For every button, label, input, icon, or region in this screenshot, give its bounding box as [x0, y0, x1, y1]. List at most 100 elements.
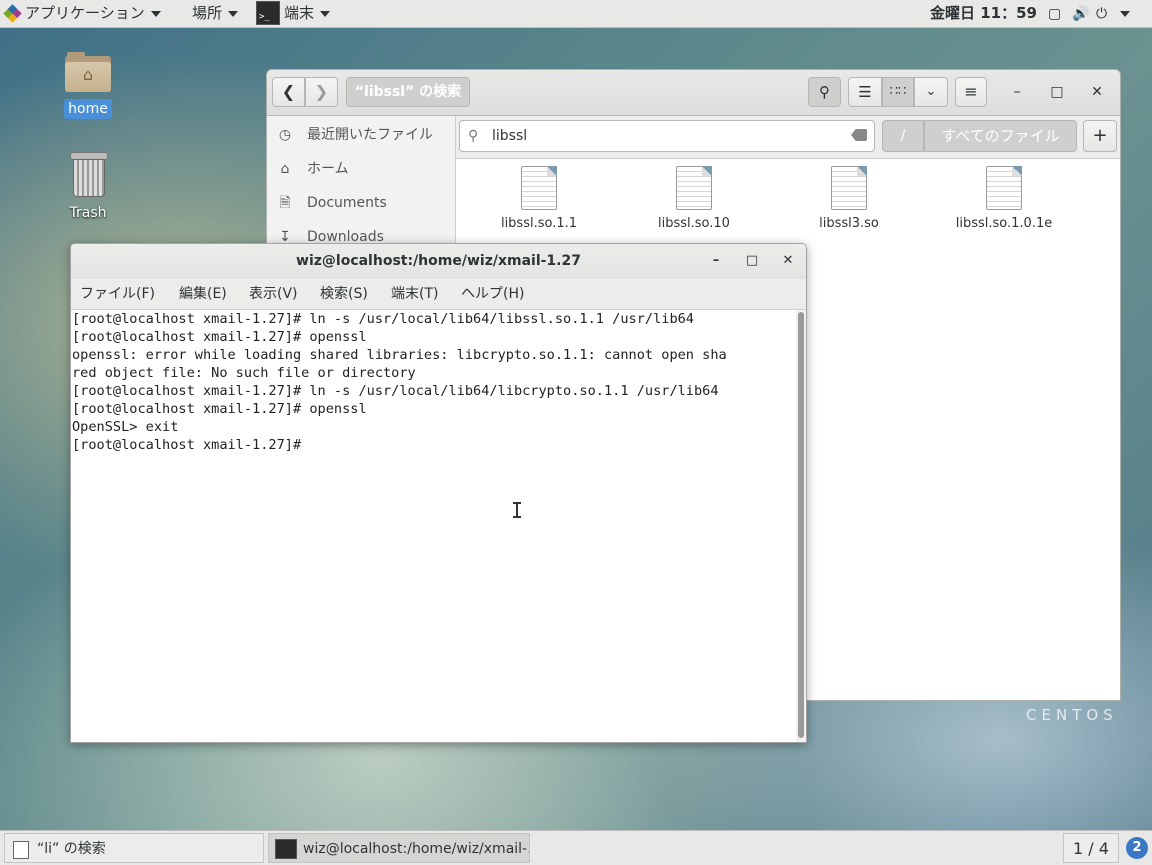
terminal-icon [256, 0, 280, 31]
search-bar: ⚲ libssl / すべてのファイル + [456, 116, 1120, 159]
text-cursor-icon [513, 502, 521, 518]
chevron-down-icon [320, 10, 331, 17]
file-item[interactable]: libssl.so.10 [624, 166, 764, 231]
minimize-icon: – [712, 253, 720, 268]
document-icon: 🗎 [279, 195, 291, 211]
menu-icon: ≡ [964, 82, 978, 101]
notification-badge[interactable]: 2 [1126, 837, 1148, 859]
workspace-indicator[interactable]: 1 / 4 [1063, 833, 1119, 863]
search-icon: ⚲ [819, 83, 830, 101]
menu-help[interactable]: ヘルプ(H) [461, 279, 524, 309]
terminal-titlebar[interactable]: wiz@localhost:/home/wiz/xmail-1.27 – □ ✕ [71, 244, 806, 279]
search-toggle-button[interactable]: ⚲ [808, 77, 841, 107]
maximize-icon: □ [1050, 84, 1064, 100]
sidebar-item-documents[interactable]: 🗎 Documents [267, 186, 455, 220]
trash-icon [70, 152, 108, 197]
text-file-icon [676, 166, 712, 210]
clock[interactable]: 金曜日 11：59 [930, 0, 1037, 27]
grid-view-icon: ∷∷ [889, 84, 907, 99]
taskbar-item-file-manager[interactable]: “li” の検索 [4, 833, 264, 863]
taskbar-item-terminal[interactable]: wiz@localhost:/home/wiz/xmail-… [268, 833, 530, 863]
terminal-window: wiz@localhost:/home/wiz/xmail-1.27 – □ ✕… [70, 243, 807, 743]
chevron-down-icon: ⌄ [925, 84, 937, 99]
bottom-panel: “li” の検索 wiz@localhost:/home/wiz/xmail-…… [0, 830, 1152, 865]
active-app-menu[interactable]: 端末 [256, 0, 331, 31]
forward-button[interactable]: ❯ [305, 77, 338, 107]
maximize-icon: □ [745, 253, 759, 268]
places-menu[interactable]: 場所 [192, 0, 239, 27]
clear-search-icon[interactable] [851, 129, 867, 141]
menu-view[interactable]: 表示(V) [249, 279, 298, 309]
sidebar-item-label: Documents [307, 195, 387, 211]
file-item[interactable]: libssl3.so [779, 166, 919, 231]
file-name: libssl.so.1.0.1e [955, 216, 1053, 231]
terminal-line: openssl: error while loading shared libr… [72, 347, 727, 363]
text-file-icon [831, 166, 867, 210]
chevron-left-icon: ❮ [281, 82, 296, 101]
back-button[interactable]: ❮ [272, 77, 305, 107]
search-location-root[interactable]: / [882, 120, 924, 152]
close-button[interactable]: ✕ [777, 250, 799, 272]
minimize-icon: – [1013, 84, 1021, 100]
centos-branding: CENTOS [1026, 706, 1118, 724]
sidebar-item-label: ホーム [307, 161, 349, 177]
minimize-button[interactable]: – [1005, 80, 1029, 104]
terminal-line: [root@localhost xmail-1.27]# ln -s /usr/… [72, 311, 694, 327]
terminal-line: OpenSSL> exit [72, 419, 179, 435]
applications-menu[interactable]: アプリケーション [3, 0, 161, 27]
chevron-down-icon [1120, 10, 1130, 17]
file-item[interactable]: libssl.so.1.1 [469, 166, 609, 231]
terminal-scrollbar[interactable] [796, 310, 806, 742]
sidebar-item-home[interactable]: ⌂ ホーム [267, 152, 455, 186]
terminal-output[interactable]: [root@localhost xmail-1.27]# ln -s /usr/… [71, 310, 795, 742]
volume-icon: 🔊 [1072, 5, 1090, 22]
menu-terminal[interactable]: 端末(T) [391, 279, 438, 309]
file-manager-headerbar: ❮ ❯ “libssl” の検索 ⚲ ☰ ∷∷ ⌄ ≡ – □ ✕ [267, 70, 1120, 116]
hamburger-menu-button[interactable]: ≡ [955, 77, 987, 107]
chevron-right-icon: ❯ [314, 82, 329, 101]
trash-label: Trash [69, 205, 107, 221]
file-name: libssl.so.10 [658, 216, 730, 231]
terminal-icon [275, 839, 297, 859]
desktop-trash-icon[interactable]: Trash [48, 152, 128, 223]
sidebar-item-recent[interactable]: ◷ 最近開いたファイル [267, 118, 455, 152]
terminal-line: [root@localhost xmail-1.27]# openssl [72, 329, 367, 345]
home-icon: ⌂ [280, 161, 290, 177]
top-panel: アプリケーション 場所 端末 金曜日 11：59 ▢ 🔊 ⏻ [0, 0, 1152, 31]
path-bar-button[interactable]: “libssl” の検索 [346, 77, 470, 107]
terminal-menubar: ファイル(F) 編集(E) 表示(V) 検索(S) 端末(T) ヘルプ(H) [71, 279, 806, 310]
active-app-label: 端末 [284, 4, 315, 22]
system-tray[interactable]: ▢ 🔊 ⏻ [1048, 0, 1130, 27]
chevron-down-icon [228, 10, 239, 17]
list-view-button[interactable]: ☰ [848, 77, 882, 107]
menu-search[interactable]: 検索(S) [320, 279, 368, 309]
power-icon: ⏻ [1096, 5, 1108, 22]
add-search-criteria-button[interactable]: + [1083, 120, 1117, 152]
text-file-icon [986, 166, 1022, 210]
close-icon: ✕ [1091, 84, 1103, 100]
file-manager-icon [13, 841, 29, 859]
taskbar-item-label: wiz@localhost:/home/wiz/xmail-… [303, 841, 530, 857]
close-button[interactable]: ✕ [1085, 80, 1109, 104]
search-input[interactable]: ⚲ libssl [459, 120, 875, 152]
terminal-line: [root@localhost xmail-1.27]# ln -s /usr/… [72, 383, 719, 399]
desktop-home-icon[interactable]: ⌂ home [48, 52, 128, 119]
chevron-down-icon [150, 10, 161, 17]
places-label: 場所 [192, 4, 223, 22]
view-options-button[interactable]: ⌄ [914, 77, 948, 107]
maximize-button[interactable]: □ [1045, 80, 1069, 104]
terminal-prompt-line: [root@localhost xmail-1.27]# [72, 437, 310, 453]
close-icon: ✕ [782, 253, 794, 268]
window-title: wiz@localhost:/home/wiz/xmail-1.27 [296, 253, 581, 269]
menu-file[interactable]: ファイル(F) [80, 279, 155, 309]
scrollbar-thumb[interactable] [798, 312, 804, 738]
file-item[interactable]: libssl.so.1.0.1e [934, 166, 1074, 231]
list-view-icon: ☰ [858, 83, 872, 101]
menu-edit[interactable]: 編集(E) [179, 279, 227, 309]
sidebar-item-label: 最近開いたファイル [307, 127, 433, 143]
clock-icon: ◷ [278, 127, 292, 143]
minimize-button[interactable]: – [705, 250, 727, 272]
grid-view-button[interactable]: ∷∷ [882, 77, 914, 107]
maximize-button[interactable]: □ [741, 250, 763, 272]
search-location-all-files[interactable]: すべてのファイル [924, 120, 1077, 152]
